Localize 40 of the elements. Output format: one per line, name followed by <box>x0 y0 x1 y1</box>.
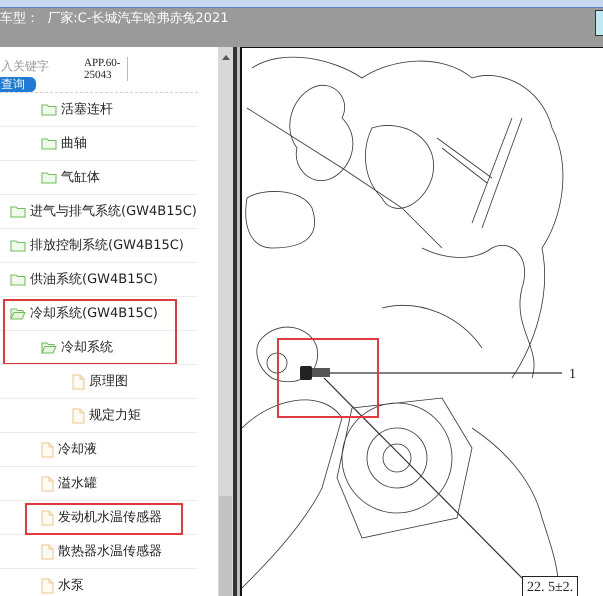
panel-toggle-button[interactable] <box>595 10 603 36</box>
document-icon <box>72 408 85 424</box>
document-icon <box>41 578 54 594</box>
tree-item[interactable]: 规定力矩 <box>0 399 198 433</box>
tree-item[interactable]: 冷却系统(GW4B15C) <box>0 297 198 331</box>
scroll-up-icon[interactable] <box>222 55 230 60</box>
torque-spec-label: 22. 5±2. <box>522 576 578 596</box>
folder-icon <box>41 136 57 150</box>
sensor-drawing <box>300 366 330 380</box>
document-icon <box>41 544 54 560</box>
open-folder-icon <box>10 306 26 320</box>
document-icon <box>41 442 54 458</box>
search-button[interactable]: 查询 <box>0 77 36 92</box>
tree-item[interactable]: 进气与排气系统(GW4B15C) <box>0 195 198 229</box>
app-code: APP.60-25043 <box>84 57 128 81</box>
tree-item[interactable]: 溢水罐 <box>0 467 198 501</box>
scrollbar[interactable] <box>218 47 233 596</box>
folder-icon <box>10 204 26 218</box>
document-icon <box>41 510 54 526</box>
document-icon <box>72 374 85 390</box>
tree-item[interactable]: 曲轴 <box>0 127 198 161</box>
scrollbar-thumb[interactable] <box>219 496 232 596</box>
callout-number: 1 <box>569 366 576 384</box>
tree-item[interactable]: 供油系统(GW4B15C) <box>0 263 198 297</box>
tree-item[interactable]: 活塞连杆 <box>0 93 198 127</box>
tree-item[interactable]: 排放控制系统(GW4B15C) <box>0 229 198 263</box>
folder-icon <box>10 272 26 286</box>
tree-item[interactable]: 散热器水温传感器 <box>0 535 198 569</box>
open-folder-icon <box>41 340 57 354</box>
tree-item[interactable]: 原理图 <box>0 365 198 399</box>
folder-icon <box>10 238 26 252</box>
tree-item[interactable]: 水泵 <box>0 569 198 596</box>
folder-icon <box>41 170 57 184</box>
folder-icon <box>41 102 57 116</box>
window-title: 车型： 厂家:C-长城汽车哈弗赤兔2021 <box>0 10 228 28</box>
tree-item[interactable]: 冷却液 <box>0 433 198 467</box>
document-icon <box>41 476 54 492</box>
tree-item[interactable]: 气缸体 <box>0 161 198 195</box>
tree-item[interactable]: 发动机水温传感器 <box>0 501 198 535</box>
tree-item[interactable]: 冷却系统 <box>0 331 198 365</box>
